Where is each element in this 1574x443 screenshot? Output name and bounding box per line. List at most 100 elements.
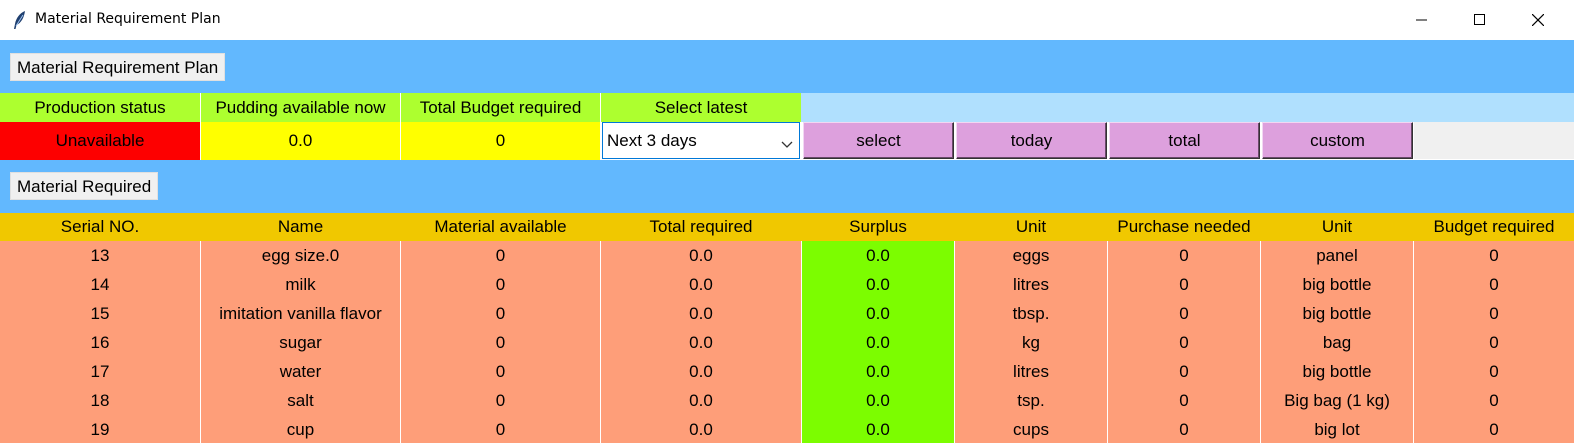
column-header-purchase-unit: Unit (1321, 217, 1353, 236)
cell-budget-required: 0 (1414, 241, 1574, 270)
column-header-surplus: Surplus (849, 217, 907, 236)
cell-budget-required: 0 (1414, 415, 1574, 443)
cell-name: egg size.0 (201, 241, 400, 270)
column-header-budget-required: Budget required (1433, 217, 1555, 236)
cell-surplus: 0.0 (802, 415, 954, 443)
cell-purchase-needed: 0 (1108, 299, 1260, 328)
window-title: Material Requirement Plan (35, 11, 221, 27)
cell-purchase-unit: bag (1261, 328, 1413, 357)
today-button[interactable]: today (956, 122, 1107, 159)
table-row: 15 imitation vanilla flavor 0 0.0 0.0 tb… (0, 299, 1574, 328)
cell-serial: 15 (0, 299, 200, 328)
header-band: Material Requirement Plan (0, 40, 1574, 93)
cell-unit: litres (955, 357, 1107, 386)
minimize-button[interactable] (1393, 0, 1451, 40)
cell-surplus: 0.0 (802, 328, 954, 357)
cell-material-available: 0 (401, 386, 600, 415)
table-row: 17 water 0 0.0 0.0 litres 0 big bottle 0 (0, 357, 1574, 386)
cell-total-required: 0.0 (601, 357, 801, 386)
cell-total-required: 0.0 (601, 328, 801, 357)
material-table-body: 13 egg size.0 0 0.0 0.0 eggs 0 panel 0 1… (0, 241, 1574, 443)
cell-purchase-unit: big bottle (1261, 357, 1413, 386)
cell-name: cup (201, 415, 400, 443)
table-row: 18 salt 0 0.0 0.0 tsp. 0 Big bag (1 kg) … (0, 386, 1574, 415)
cell-purchase-needed: 0 (1108, 386, 1260, 415)
cell-serial: 14 (0, 270, 200, 299)
cell-budget-required: 0 (1414, 386, 1574, 415)
chevron-down-icon (781, 135, 793, 155)
cell-purchase-needed: 0 (1108, 357, 1260, 386)
material-band: Material Required (0, 160, 1574, 213)
cell-unit: tbsp. (955, 299, 1107, 328)
column-header-total-required: Total required (649, 217, 753, 236)
cell-purchase-unit: big bottle (1261, 299, 1413, 328)
cell-total-required: 0.0 (601, 386, 801, 415)
cell-surplus: 0.0 (802, 386, 954, 415)
cell-material-available: 0 (401, 328, 600, 357)
latest-range-select[interactable]: Next 3 days (602, 122, 800, 159)
cell-purchase-unit: Big bag (1 kg) (1261, 386, 1413, 415)
material-table-header: Serial NO. Name Material available Total… (0, 213, 1574, 241)
feather-icon (12, 10, 28, 30)
cell-unit: tsp. (955, 386, 1107, 415)
total-button[interactable]: total (1109, 122, 1260, 159)
cell-name: salt (201, 386, 400, 415)
cell-total-required: 0.0 (601, 241, 801, 270)
cell-serial: 18 (0, 386, 200, 415)
cell-unit: litres (955, 270, 1107, 299)
maximize-button[interactable] (1451, 0, 1509, 40)
cell-unit: kg (955, 328, 1107, 357)
cell-total-required: 0.0 (601, 415, 801, 443)
table-row: 13 egg size.0 0 0.0 0.0 eggs 0 panel 0 (0, 241, 1574, 270)
total-budget-header: Total Budget required (401, 93, 600, 122)
cell-material-available: 0 (401, 357, 600, 386)
cell-surplus: 0.0 (802, 270, 954, 299)
cell-purchase-unit: panel (1261, 241, 1413, 270)
cell-serial: 19 (0, 415, 200, 443)
cell-surplus: 0.0 (802, 241, 954, 270)
production-status-value: Unavailable (0, 122, 200, 160)
column-header-name: Name (277, 217, 324, 236)
cell-unit: eggs (955, 241, 1107, 270)
toolbar-filler (1414, 122, 1574, 159)
cell-budget-required: 0 (1414, 357, 1574, 386)
close-button[interactable] (1509, 0, 1567, 40)
cell-budget-required: 0 (1414, 299, 1574, 328)
cell-purchase-needed: 0 (1108, 241, 1260, 270)
column-header-material-available: Material available (434, 217, 567, 236)
cell-total-required: 0.0 (601, 299, 801, 328)
pudding-available-header: Pudding available now (201, 93, 400, 122)
table-row: 19 cup 0 0.0 0.0 cups 0 big lot 0 (0, 415, 1574, 443)
cell-material-available: 0 (401, 241, 600, 270)
cell-total-required: 0.0 (601, 270, 801, 299)
cell-budget-required: 0 (1414, 270, 1574, 299)
cell-purchase-unit: big bottle (1261, 270, 1413, 299)
select-latest-header: Select latest (601, 93, 801, 122)
cell-name: water (201, 357, 400, 386)
table-row: 16 sugar 0 0.0 0.0 kg 0 bag 0 (0, 328, 1574, 357)
cell-name: imitation vanilla flavor (201, 299, 400, 328)
cell-serial: 17 (0, 357, 200, 386)
window-titlebar: Material Requirement Plan (0, 0, 1574, 40)
cell-name: sugar (201, 328, 400, 357)
cell-purchase-unit: big lot (1261, 415, 1413, 443)
cell-budget-required: 0 (1414, 328, 1574, 357)
custom-button[interactable]: custom (1262, 122, 1413, 159)
cell-purchase-needed: 0 (1108, 328, 1260, 357)
cell-unit: cups (955, 415, 1107, 443)
select-button[interactable]: select (803, 122, 954, 159)
table-row: 14 milk 0 0.0 0.0 litres 0 big bottle 0 (0, 270, 1574, 299)
cell-material-available: 0 (401, 299, 600, 328)
status-header-filler (801, 93, 1574, 122)
cell-purchase-needed: 0 (1108, 415, 1260, 443)
header-label: Material Requirement Plan (10, 53, 226, 81)
cell-surplus: 0.0 (802, 299, 954, 328)
cell-serial: 13 (0, 241, 200, 270)
column-header-unit: Unit (1015, 217, 1047, 236)
cell-surplus: 0.0 (802, 357, 954, 386)
pudding-available-value: 0.0 (201, 122, 400, 160)
cell-material-available: 0 (401, 415, 600, 443)
cell-purchase-needed: 0 (1108, 270, 1260, 299)
column-header-serial: Serial NO. (60, 217, 140, 236)
cell-serial: 16 (0, 328, 200, 357)
